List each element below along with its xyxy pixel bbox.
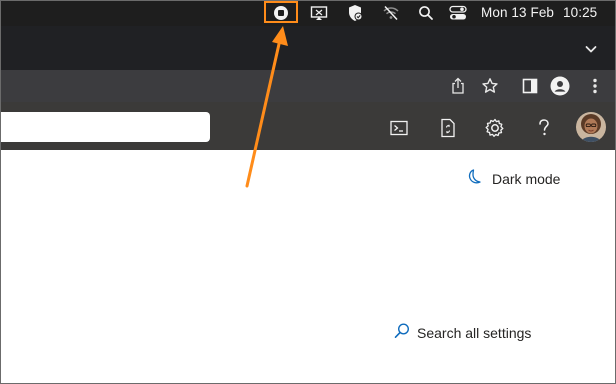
annotation-highlight-box bbox=[264, 1, 298, 23]
annotation-arrow bbox=[245, 26, 288, 188]
